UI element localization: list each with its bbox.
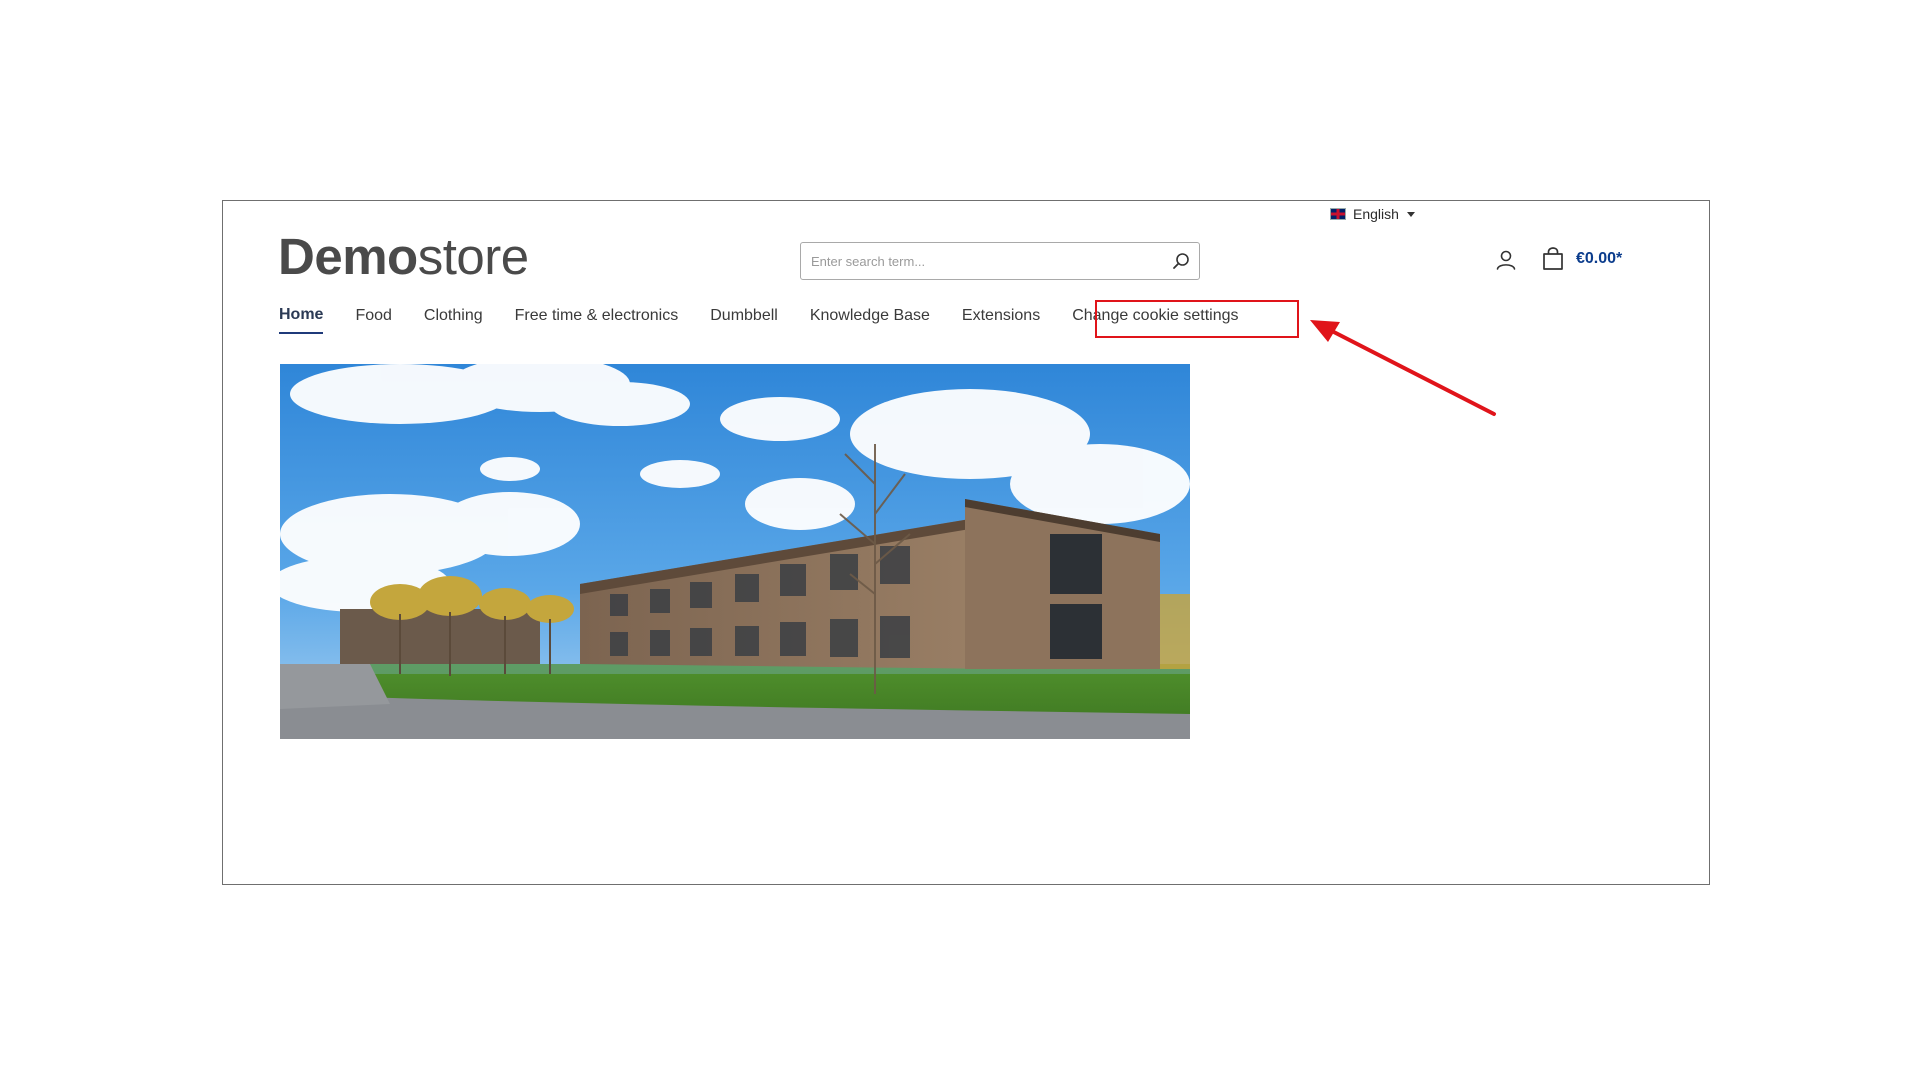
logo-bold-text: Demo (278, 228, 418, 285)
language-label: English (1353, 206, 1399, 222)
uk-flag-icon (1330, 208, 1346, 220)
nav-item-dumbbell[interactable]: Dumbbell (710, 307, 778, 333)
shopping-bag-icon (1543, 247, 1563, 270)
nav-item-home[interactable]: Home (279, 306, 324, 334)
store-building-photo (280, 364, 1190, 739)
user-icon (1496, 250, 1516, 270)
nav-item-free-time-electronics[interactable]: Free time & electronics (515, 307, 679, 333)
search-icon (1173, 253, 1189, 269)
cart-total: €0.00* (1576, 250, 1623, 267)
nav-item-knowledge-base[interactable]: Knowledge Base (810, 307, 930, 333)
search-button[interactable] (1163, 243, 1199, 279)
cart-button[interactable]: €0.00* (1540, 246, 1622, 272)
nav-item-extensions[interactable]: Extensions (962, 307, 1040, 333)
store-logo[interactable]: Demostore (278, 227, 529, 287)
nav-item-food[interactable]: Food (355, 307, 391, 333)
search-bar (800, 242, 1200, 280)
language-switcher[interactable]: English (1330, 206, 1415, 222)
nav-item-change-cookie-settings[interactable]: Change cookie settings (1072, 307, 1238, 333)
logo-light-text: store (417, 228, 529, 285)
account-button[interactable] (1494, 248, 1518, 272)
caret-down-icon (1406, 211, 1415, 217)
main-navigation: Home Food Clothing Free time & electroni… (279, 306, 1271, 334)
hero-banner-image[interactable] (280, 364, 1190, 739)
nav-item-clothing[interactable]: Clothing (424, 307, 483, 333)
search-input[interactable] (801, 243, 1163, 279)
